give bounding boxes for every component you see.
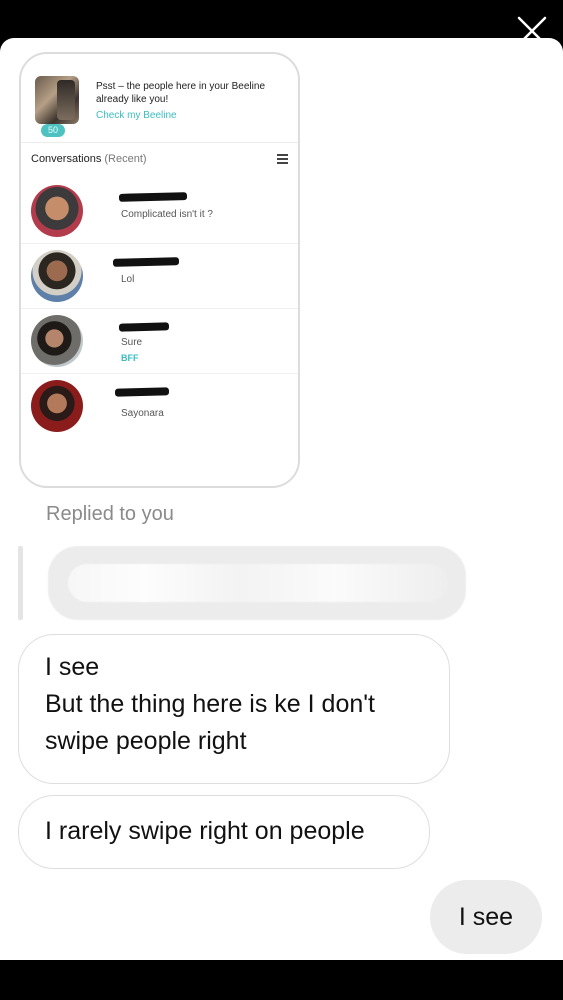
conversation-tag: BFF [121,353,139,363]
outgoing-message-bubble[interactable]: I see [430,880,542,954]
conversation-message: Lol [121,274,135,285]
avatar [31,250,83,302]
message-text: I see [458,903,514,931]
message-text: I rarely swipe right on people [45,817,365,845]
message-line: But the thing here is ke I don't [45,690,375,718]
avatar [31,380,83,432]
conversation-item[interactable]: Complicated isn't it ? [21,179,298,244]
beeline-thumbnail [35,76,79,124]
quoted-message-bubble[interactable] [48,546,466,620]
shared-screenshot-card[interactable]: 50 Psst – the people here in your Beelin… [19,52,300,488]
conversations-title: Conversations (Recent) [31,153,147,165]
conversations-header: Conversations (Recent) [21,143,298,179]
conversation-message: Sure [121,337,143,348]
conversation-message: Sayonara [121,408,164,419]
redacted-name [118,322,170,332]
redacted-name [112,257,180,267]
quote-bar [18,546,23,620]
beeline-text: Psst – the people here in your Beeline a… [96,81,265,105]
incoming-message-bubble[interactable]: I see But the thing here is ke I don't s… [18,634,450,784]
beeline-banner[interactable]: 50 Psst – the people here in your Beelin… [21,54,298,143]
conversations-subtitle: (Recent) [104,153,147,165]
conversations-title-text: Conversations [31,153,102,165]
replied-label: Replied to you [46,503,174,525]
message-line: swipe people right [45,727,247,755]
menu-icon[interactable] [277,154,288,164]
avatar [31,315,83,367]
conversation-item[interactable]: Sure BFF [21,309,298,374]
beeline-link[interactable]: Check my Beeline [96,110,177,121]
message-line: I see [45,653,100,681]
incoming-message-bubble[interactable]: I rarely swipe right on people [18,795,430,869]
redacted-name [118,192,188,202]
conversation-item[interactable]: Lol [21,244,298,309]
avatar [31,185,83,237]
redacted-name [114,387,170,397]
message-sheet: 50 Psst – the people here in your Beelin… [0,38,563,960]
beeline-count-badge: 50 [41,124,65,137]
conversation-message: Complicated isn't it ? [121,209,213,220]
conversation-item[interactable]: Sayonara [21,374,298,438]
